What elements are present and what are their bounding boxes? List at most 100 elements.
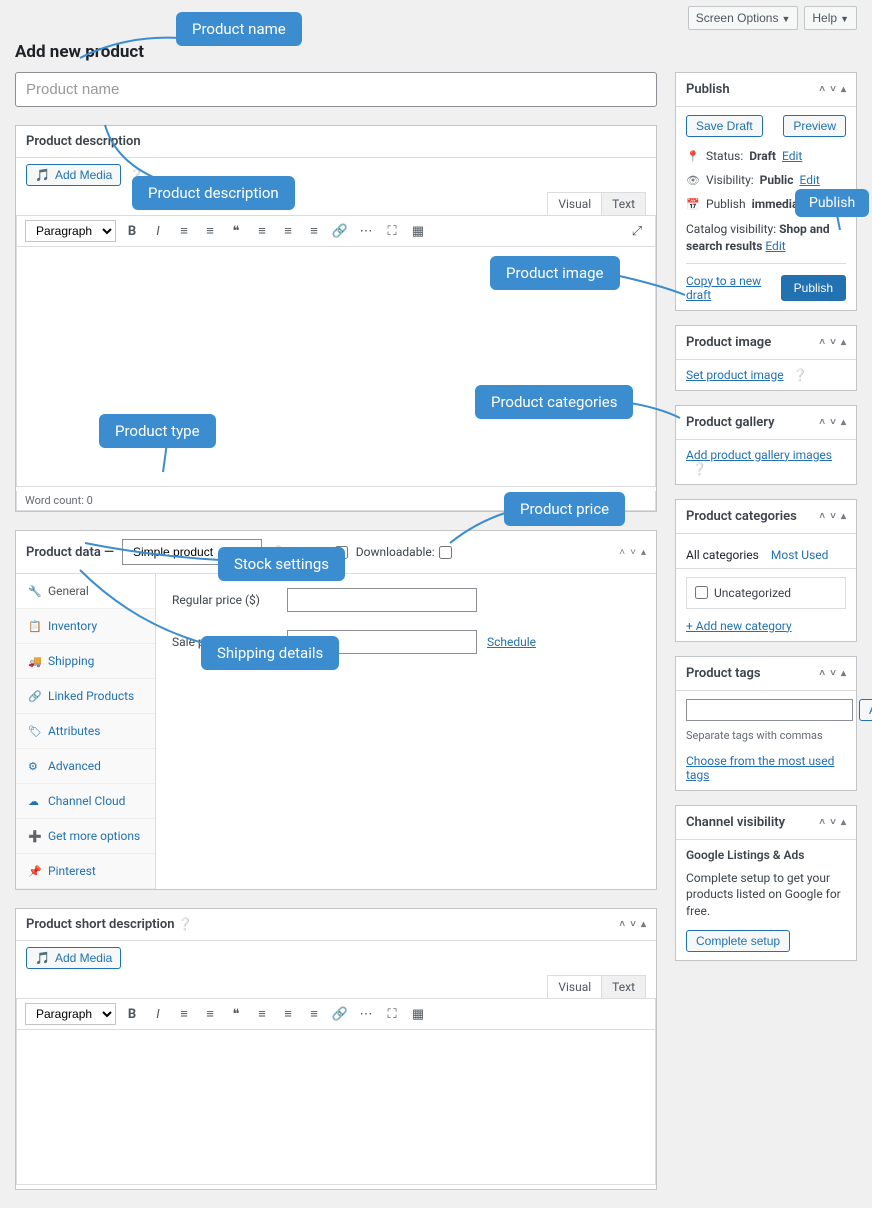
quote-icon[interactable]: ❝ xyxy=(226,1004,246,1024)
save-draft-button[interactable]: Save Draft xyxy=(686,115,763,137)
quote-icon[interactable]: ❝ xyxy=(226,221,246,241)
channel-text: Complete setup to get your products list… xyxy=(686,870,846,920)
align-center-icon[interactable]: ≡ xyxy=(278,1004,298,1024)
panel-toggle-up-icon[interactable]: ˄ xyxy=(619,919,625,930)
toolbar-toggle-icon[interactable]: ▦ xyxy=(408,1004,428,1024)
panel-sort-icon[interactable]: ▴ xyxy=(841,817,846,828)
tags-panel-heading: Product tags xyxy=(686,666,761,681)
tab-get-more-options[interactable]: ➕Get more options xyxy=(16,819,155,854)
panel-toggle-down-icon[interactable]: ˅ xyxy=(630,547,636,558)
panel-sort-icon[interactable]: ▴ xyxy=(841,337,846,348)
panel-sort-icon[interactable]: ▴ xyxy=(641,919,646,930)
edit-status-link[interactable]: Edit xyxy=(782,149,802,163)
tags-help-text: Separate tags with commas xyxy=(686,729,846,742)
panel-toggle-down-icon[interactable]: ˅ xyxy=(630,919,636,930)
align-right-icon[interactable]: ≡ xyxy=(304,1004,324,1024)
tab-channel-cloud[interactable]: ☁Channel Cloud xyxy=(16,784,155,819)
bold-icon[interactable]: B xyxy=(122,1004,142,1024)
panel-toggle-up-icon[interactable]: ˄ xyxy=(619,547,625,558)
fullscreen-icon[interactable]: ⛶ xyxy=(382,1004,402,1024)
set-product-image-link[interactable]: Set product image xyxy=(686,368,784,382)
downloadable-checkbox[interactable] xyxy=(439,546,452,559)
bullet-list-icon[interactable]: ≡ xyxy=(174,1004,194,1024)
visual-tab[interactable]: Visual xyxy=(547,192,602,215)
product-name-input[interactable] xyxy=(15,72,657,107)
copy-to-new-draft-link[interactable]: Copy to a new draft xyxy=(686,274,781,302)
add-media-button-short[interactable]: 🎵 Add Media xyxy=(26,947,121,969)
regular-price-input[interactable] xyxy=(287,588,477,612)
panel-toggle-up-icon[interactable]: ˄ xyxy=(819,84,825,95)
panel-sort-icon[interactable]: ▴ xyxy=(841,84,846,95)
help-button[interactable]: Help▼ xyxy=(804,6,857,30)
add-media-button[interactable]: 🎵 Add Media xyxy=(26,164,121,186)
panel-sort-icon[interactable]: ▴ xyxy=(841,511,846,522)
tab-general[interactable]: 🔧General xyxy=(16,574,155,609)
short-text-tab[interactable]: Text xyxy=(601,975,646,998)
link-icon[interactable]: 🔗 xyxy=(330,221,350,241)
publish-panel-heading: Publish xyxy=(686,82,730,97)
panel-sort-icon[interactable]: ▴ xyxy=(841,417,846,428)
pinterest-icon: 📌 xyxy=(28,865,40,878)
panel-toggle-down-icon[interactable]: ˅ xyxy=(830,817,836,828)
expand-icon[interactable]: ⤢ xyxy=(627,221,647,241)
panel-toggle-up-icon[interactable]: ˄ xyxy=(819,817,825,828)
add-gallery-images-link[interactable]: Add product gallery images xyxy=(686,448,832,462)
more-icon[interactable]: ⋯ xyxy=(356,1004,376,1024)
panel-sort-icon[interactable]: ▴ xyxy=(641,547,646,558)
short-description-editor[interactable] xyxy=(16,1030,656,1185)
bold-icon[interactable]: B xyxy=(122,221,142,241)
complete-setup-button[interactable]: Complete setup xyxy=(686,930,790,952)
edit-visibility-link[interactable]: Edit xyxy=(799,173,819,187)
link-icon[interactable]: 🔗 xyxy=(330,1004,350,1024)
add-tag-button[interactable]: Add xyxy=(859,699,872,721)
panel-sort-icon[interactable]: ▴ xyxy=(841,668,846,679)
tab-advanced[interactable]: ⚙Advanced xyxy=(16,749,155,784)
format-select[interactable]: Paragraph xyxy=(25,220,116,242)
panel-toggle-down-icon[interactable]: ˅ xyxy=(830,511,836,522)
schedule-link[interactable]: Schedule xyxy=(487,635,536,649)
panel-toggle-down-icon[interactable]: ˅ xyxy=(830,84,836,95)
numbered-list-icon[interactable]: ≡ xyxy=(200,1004,220,1024)
tags-input[interactable] xyxy=(686,699,853,721)
panel-toggle-down-icon[interactable]: ˅ xyxy=(830,668,836,679)
edit-catalog-link[interactable]: Edit xyxy=(765,239,785,253)
help-icon[interactable]: ❔ xyxy=(178,917,193,931)
toolbar-toggle-icon[interactable]: ▦ xyxy=(408,221,428,241)
short-visual-tab[interactable]: Visual xyxy=(547,975,602,998)
short-format-select[interactable]: Paragraph xyxy=(25,1003,116,1025)
panel-toggle-up-icon[interactable]: ˄ xyxy=(819,337,825,348)
more-icon[interactable]: ⋯ xyxy=(356,221,376,241)
bullet-list-icon[interactable]: ≡ xyxy=(174,221,194,241)
add-new-category-link[interactable]: + Add new category xyxy=(686,619,792,633)
panel-toggle-up-icon[interactable]: ˄ xyxy=(819,668,825,679)
tab-linked-products[interactable]: 🔗Linked Products xyxy=(16,679,155,714)
category-checkbox[interactable] xyxy=(695,586,708,599)
all-categories-tab[interactable]: All categories xyxy=(686,542,759,568)
italic-icon[interactable]: I xyxy=(148,1004,168,1024)
help-icon[interactable]: ❔ xyxy=(692,462,707,476)
align-center-icon[interactable]: ≡ xyxy=(278,221,298,241)
eye-icon: 👁 xyxy=(686,174,700,187)
tab-attributes[interactable]: 🏷Attributes xyxy=(16,714,155,749)
channel-heading: Google Listings & Ads xyxy=(686,848,846,862)
tab-inventory[interactable]: 📋Inventory xyxy=(16,609,155,644)
preview-button[interactable]: Preview xyxy=(783,115,846,137)
most-used-tab[interactable]: Most Used xyxy=(771,542,829,568)
align-right-icon[interactable]: ≡ xyxy=(304,221,324,241)
help-icon[interactable]: ❔ xyxy=(793,368,808,382)
text-tab[interactable]: Text xyxy=(601,192,646,215)
publish-button[interactable]: Publish xyxy=(781,275,846,301)
align-left-icon[interactable]: ≡ xyxy=(252,221,272,241)
tab-shipping[interactable]: 🚚Shipping xyxy=(16,644,155,679)
italic-icon[interactable]: I xyxy=(148,221,168,241)
fullscreen-icon[interactable]: ⛶ xyxy=(382,221,402,241)
numbered-list-icon[interactable]: ≡ xyxy=(200,221,220,241)
panel-toggle-up-icon[interactable]: ˄ xyxy=(819,511,825,522)
tab-pinterest[interactable]: 📌Pinterest xyxy=(16,854,155,889)
screen-options-button[interactable]: Screen Options▼ xyxy=(688,6,799,30)
panel-toggle-down-icon[interactable]: ˅ xyxy=(830,417,836,428)
panel-toggle-up-icon[interactable]: ˄ xyxy=(819,417,825,428)
panel-toggle-down-icon[interactable]: ˅ xyxy=(830,337,836,348)
align-left-icon[interactable]: ≡ xyxy=(252,1004,272,1024)
choose-tags-link[interactable]: Choose from the most used tags xyxy=(686,754,834,782)
